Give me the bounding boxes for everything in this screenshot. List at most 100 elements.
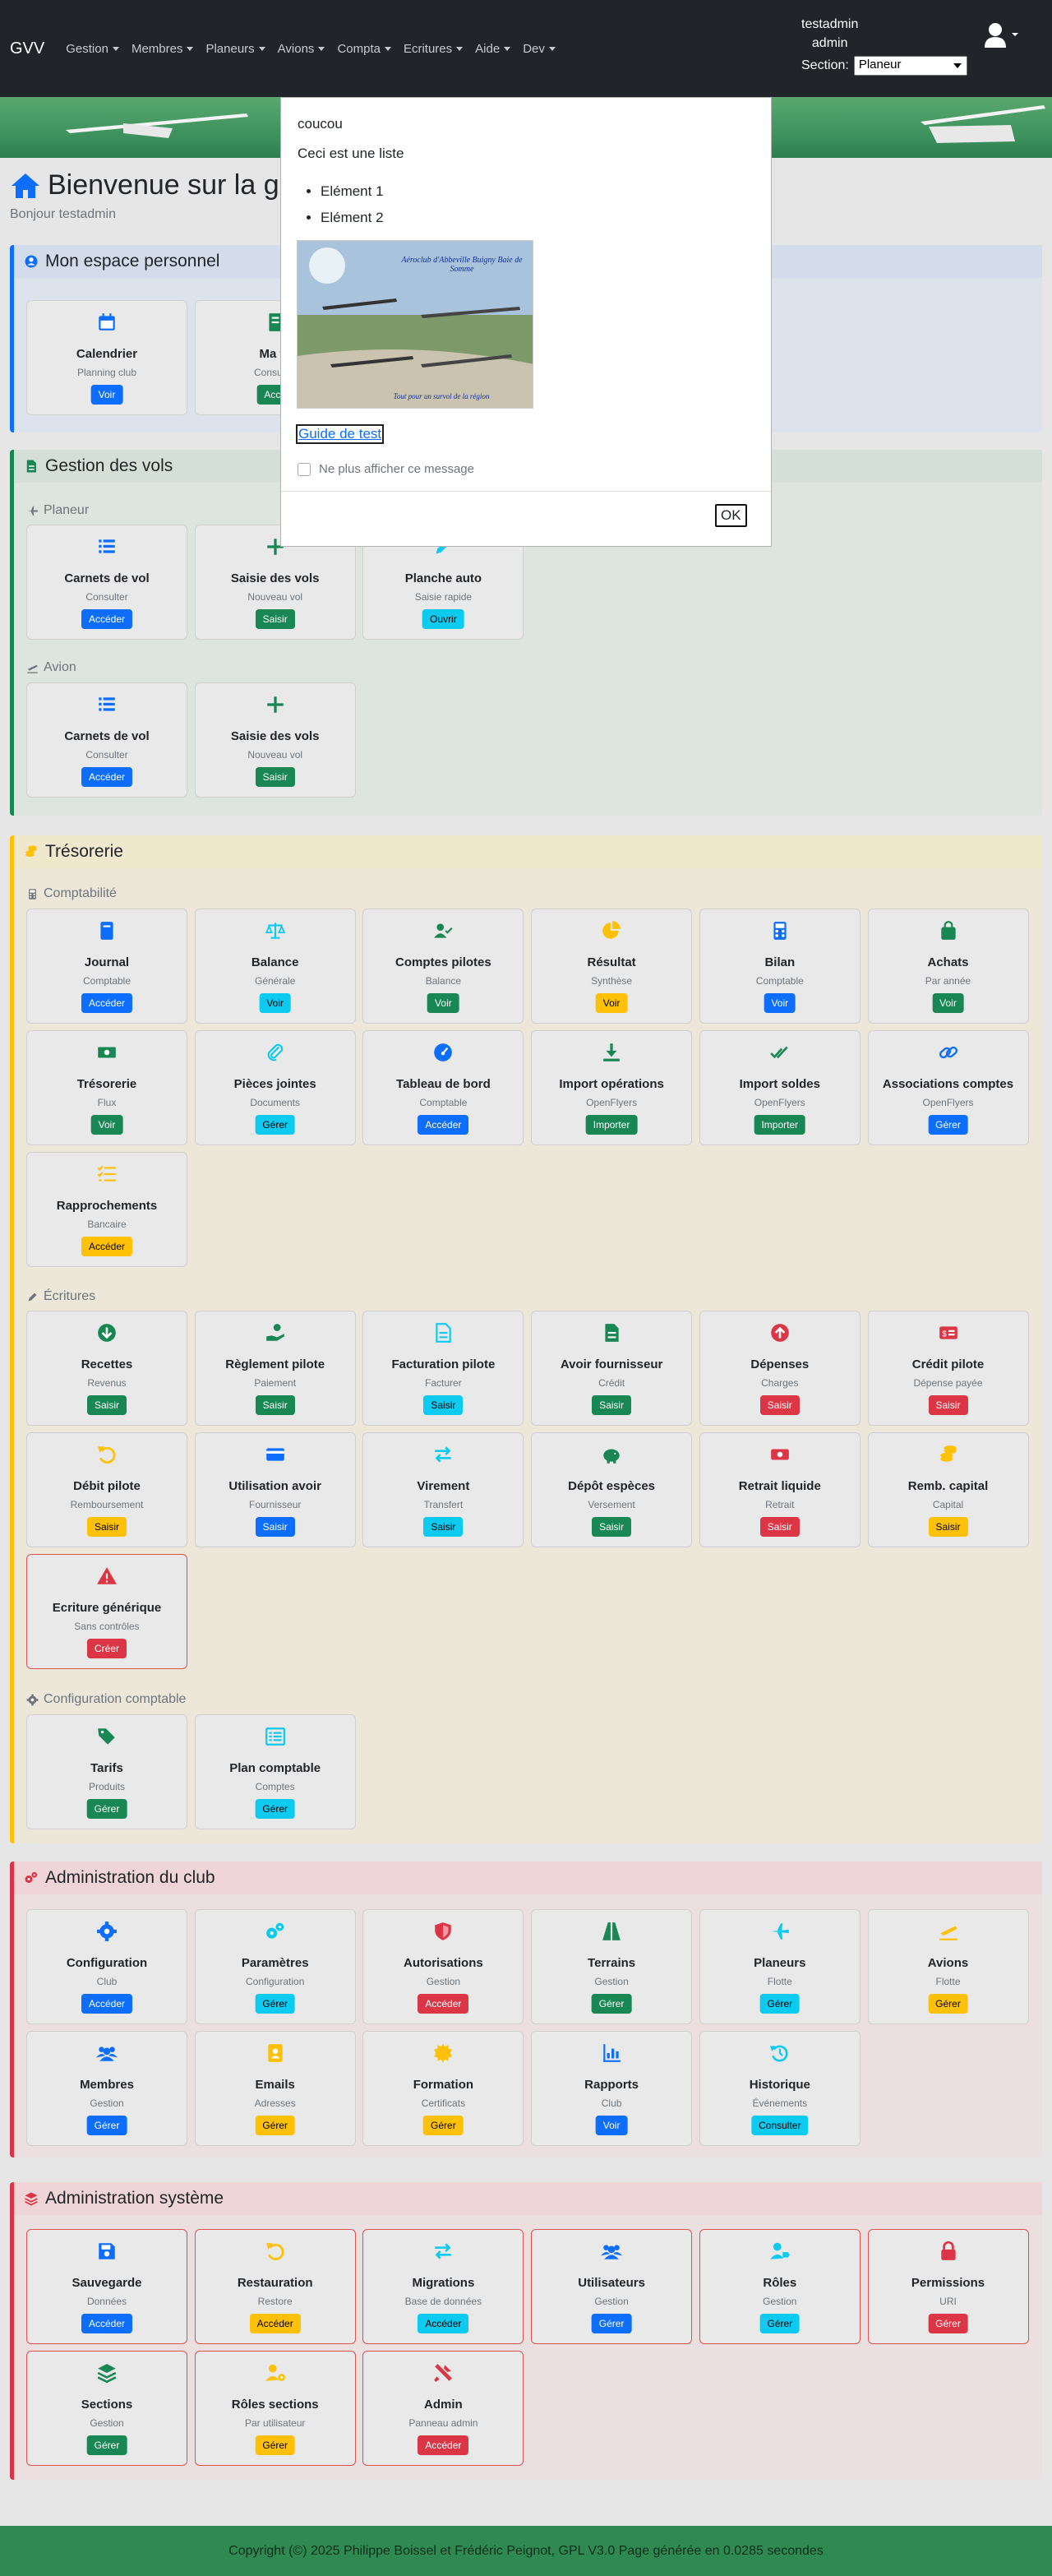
user-cog-icon — [265, 2364, 285, 2381]
card-button[interactable]: Gérer — [591, 2314, 632, 2333]
card-subtitle: Certificats — [421, 2097, 466, 2109]
card-button[interactable]: Saisir — [759, 1395, 800, 1415]
menu-item[interactable]: Avions — [278, 42, 325, 56]
card-button[interactable]: Gérer — [255, 1994, 296, 2014]
card-button[interactable]: Accéder — [418, 1115, 469, 1135]
card-button[interactable]: Accéder — [81, 2314, 133, 2333]
card-button[interactable]: Saisir — [423, 1395, 464, 1415]
card-button[interactable]: Gérer — [86, 2435, 127, 2455]
dashboard-card: Remb. capital Capital Saisir — [867, 1432, 1029, 1547]
card-button[interactable]: Accéder — [418, 1994, 469, 2014]
card-button[interactable]: Saisir — [255, 1517, 295, 1537]
section-select[interactable]: Planeur — [853, 56, 967, 76]
menu-item[interactable]: Ecritures — [404, 42, 463, 56]
card-button[interactable]: Gérer — [928, 1115, 968, 1135]
card-button[interactable]: Saisir — [255, 609, 295, 629]
card-title: Restauration — [237, 2276, 313, 2290]
card-subtitle: Restore — [257, 2296, 293, 2307]
card-button[interactable]: Gérer — [86, 2116, 127, 2135]
card-button[interactable]: Voir — [764, 993, 796, 1013]
guide-link[interactable]: Guide de test — [296, 424, 385, 444]
page-title: Bienvenue sur la ge — [48, 169, 295, 201]
card-button[interactable]: Saisir — [592, 1517, 632, 1537]
card-button[interactable]: Gérer — [255, 1115, 296, 1135]
card-button[interactable]: Accéder — [81, 609, 133, 629]
card-button[interactable]: Gérer — [423, 2116, 464, 2135]
menu-item[interactable]: Dev — [523, 42, 556, 56]
card-button[interactable]: Accéder — [418, 2435, 469, 2455]
card-button[interactable]: Gérer — [759, 1994, 801, 2014]
menu-item[interactable]: Aide — [475, 42, 510, 56]
card-button[interactable]: Accéder — [81, 993, 133, 1013]
card-button[interactable]: Gérer — [591, 1994, 632, 2014]
menu-item[interactable]: Membres — [132, 42, 194, 56]
card-button[interactable]: Gérer — [759, 2314, 801, 2333]
card-button[interactable]: Gérer — [86, 1799, 127, 1819]
card-button[interactable]: Saisir — [86, 1395, 127, 1415]
card-button[interactable]: Accéder — [81, 1237, 133, 1256]
card-subtitle: Base de données — [404, 2296, 482, 2307]
menu-item[interactable]: Planeurs — [205, 42, 265, 56]
card-button[interactable]: Créer — [86, 1639, 127, 1658]
dashboard-card: Configuration Club Accéder — [26, 1909, 187, 2024]
card-button[interactable]: Saisir — [255, 767, 295, 787]
card-button[interactable]: Gérer — [255, 2116, 296, 2135]
card-button[interactable]: Accéder — [418, 2314, 469, 2333]
card-button[interactable]: Voir — [595, 2116, 628, 2135]
dashboard-card: Membres Gestion Gérer — [26, 2031, 187, 2146]
menu-item[interactable]: Compta — [337, 42, 391, 56]
credit-card-icon — [265, 1448, 284, 1461]
group-header: Avion — [26, 660, 76, 675]
card-button[interactable]: Saisir — [928, 1517, 968, 1537]
dashboard-card: Achats Par année Voir — [867, 909, 1029, 1024]
group-header: Comptabilité — [26, 886, 117, 901]
card-button[interactable]: Saisir — [592, 1395, 632, 1415]
card-icon-wrap — [27, 1444, 187, 1467]
card-button[interactable]: Accéder — [249, 2314, 301, 2333]
card-button[interactable]: Accéder — [81, 767, 133, 787]
card-icon-wrap — [700, 1444, 860, 1467]
card-title: Dépôt espèces — [568, 1479, 656, 1493]
card-button[interactable]: Gérer — [928, 1994, 968, 2014]
card-button[interactable]: Voir — [259, 993, 292, 1013]
dont-show-checkbox[interactable]: Ne plus afficher ce message — [298, 462, 474, 476]
dashboard-card: Import soldes OpenFlyers Importer — [699, 1030, 861, 1145]
dashboard-card: Calendrier Planning club Voir — [26, 300, 187, 415]
dashboard-card: Autorisations Gestion Accéder — [362, 1909, 524, 2024]
calculator-icon — [29, 888, 36, 900]
card-button[interactable]: Gérer — [255, 1799, 296, 1819]
card-button[interactable]: Voir — [595, 993, 628, 1013]
card-title: Journal — [84, 955, 130, 969]
card-button[interactable]: Saisir — [423, 1517, 464, 1537]
card-title: Résultat — [587, 955, 636, 969]
card-button[interactable]: Voir — [932, 993, 964, 1013]
card-button[interactable]: Saisir — [928, 1395, 968, 1415]
brand[interactable]: GVV — [10, 39, 44, 58]
card-title: Sections — [81, 2398, 133, 2412]
card-button[interactable]: Voir — [427, 993, 459, 1013]
menu-item[interactable]: Gestion — [66, 42, 119, 56]
card-button[interactable]: Consulter — [751, 2116, 809, 2135]
ok-button[interactable]: OK — [715, 504, 747, 527]
card-title: Achats — [927, 955, 969, 969]
card-button[interactable]: Accéder — [81, 1994, 133, 2014]
card-button[interactable]: Gérer — [255, 2435, 296, 2455]
user-menu-icon[interactable] — [982, 18, 1020, 56]
card-button[interactable]: Saisir — [255, 1395, 295, 1415]
card-button[interactable]: Gérer — [928, 2314, 968, 2333]
card-subtitle: Crédit — [598, 1377, 625, 1389]
card-button[interactable]: Saisir — [86, 1517, 127, 1537]
card-icon-wrap — [196, 920, 355, 943]
card-button[interactable]: Voir — [90, 1115, 123, 1135]
section-title: Administration du club — [45, 1868, 215, 1887]
table-list-icon — [265, 1727, 285, 1746]
card-icon-wrap — [27, 694, 187, 717]
card-button[interactable]: Ouvrir — [422, 609, 464, 629]
card-button[interactable]: Saisir — [759, 1517, 800, 1537]
checkbox-box[interactable] — [298, 462, 311, 476]
bar-chart-icon — [603, 2044, 621, 2062]
card-button[interactable]: Importer — [754, 1115, 806, 1135]
card-button[interactable]: Voir — [90, 385, 123, 405]
card-button[interactable]: Importer — [585, 1115, 638, 1135]
card-subtitle: Par utilisateur — [245, 2417, 306, 2429]
